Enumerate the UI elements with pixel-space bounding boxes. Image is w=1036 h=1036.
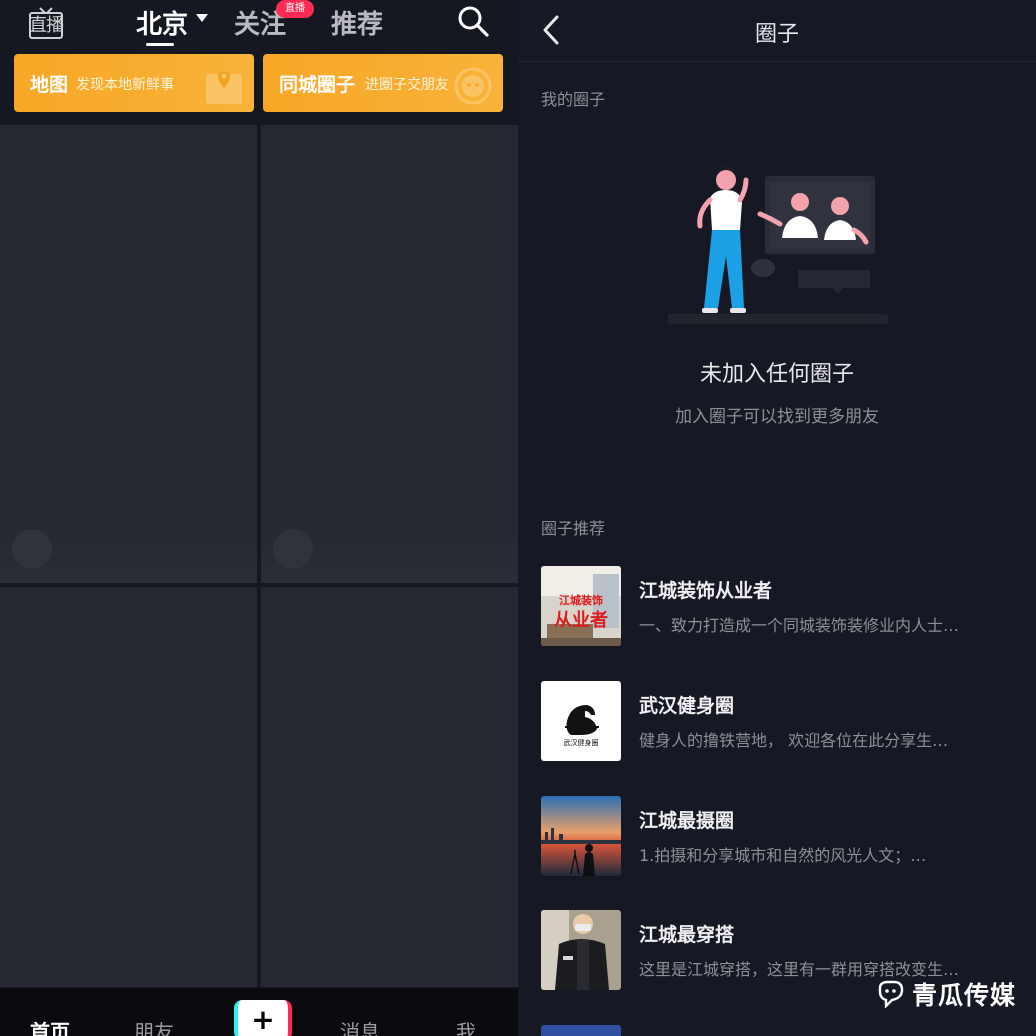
chat-bubble-icon	[454, 67, 492, 105]
circle-name: 江城最摄圈	[639, 810, 735, 832]
circle-description: 健身人的撸铁营地， 欢迎各位在此分享生…	[639, 731, 949, 750]
search-icon[interactable]	[456, 4, 490, 38]
video-card[interactable]	[261, 125, 518, 583]
circle-name: 江城装饰从业者	[639, 580, 773, 602]
active-tab-indicator	[146, 43, 174, 46]
circle-list-item[interactable]: 江城最摄圈 1.拍摄和分享城市和自然的风光人文；…	[518, 796, 1036, 886]
top-navigation: 直播 北京 关注 直播 推荐	[0, 0, 518, 48]
circle-description: 一、致力打造成一个同城装饰装修业内人士…	[639, 616, 960, 635]
recommended-circles-heading: 圈子推荐	[541, 519, 606, 538]
circle-description: 1.拍摄和分享城市和自然的风光人文；…	[639, 846, 927, 865]
sunset-photographer-image	[541, 796, 621, 876]
thumb-text: 江城装饰	[559, 593, 603, 607]
page-title: 圈子	[754, 22, 799, 47]
video-card[interactable]	[261, 587, 518, 987]
circle-thumbnail-partial	[541, 1025, 621, 1036]
tab-recommend[interactable]: 推荐	[331, 4, 383, 41]
circles-page: 圈子 我的圈子 未加入任何圈子 加入圈子可以找到更多朋友 圈子推荐 江城装饰 从…	[518, 0, 1036, 1036]
nav-messages[interactable]: 消息	[340, 1016, 380, 1036]
circle-list-item[interactable]: 江城装饰 从业者 江城装饰从业者 一、致力打造成一个同城装饰装修业内人士…	[518, 566, 1036, 656]
fashion-photo-image	[541, 910, 621, 990]
live-badge: 直播	[276, 0, 314, 18]
video-card[interactable]	[0, 587, 257, 987]
avatar	[273, 529, 313, 569]
watermark-logo-icon	[878, 980, 904, 1008]
video-card[interactable]	[0, 125, 257, 583]
create-post-button[interactable]: +	[234, 1000, 292, 1036]
page-header: 圈子	[518, 0, 1036, 62]
tab-city[interactable]: 北京	[136, 4, 188, 41]
promo-title: 地图	[30, 74, 69, 96]
map-pin-icon	[206, 71, 242, 104]
nav-friends[interactable]: 朋友	[134, 1016, 174, 1036]
plus-icon: +	[251, 1003, 275, 1036]
my-circles-heading: 我的圈子	[541, 90, 606, 109]
promo-subtitle: 发现本地新鲜事	[76, 77, 174, 93]
circle-thumbnail	[541, 796, 621, 876]
watermark-text: 青瓜传媒	[912, 981, 1017, 1010]
empty-state-title: 未加入任何圈子	[699, 362, 854, 387]
watermark: 青瓜传媒	[876, 976, 1026, 1010]
empty-state-illustration	[668, 166, 888, 324]
circle-name: 武汉健身圈	[639, 695, 735, 717]
circle-thumbnail: 江城装饰 从业者	[541, 566, 621, 646]
thumb-text: 武汉健身圈	[564, 738, 599, 747]
map-promo-card[interactable]: 地图 发现本地新鲜事	[14, 54, 254, 112]
city-dropdown-icon[interactable]	[196, 14, 208, 22]
thumb-text: 从业者	[554, 610, 608, 631]
decor-room-image: 江城装饰 从业者	[541, 566, 621, 646]
nav-me[interactable]: 我	[456, 1016, 476, 1036]
circle-name: 江城最穿搭	[639, 924, 735, 946]
circle-thumbnail: 武汉健身圈	[541, 681, 621, 761]
bottom-navigation: 首页 朋友 + 消息 我	[0, 988, 518, 1036]
avatar	[12, 529, 52, 569]
city-circle-promo-card[interactable]: 同城圈子 进圈子交朋友	[263, 54, 503, 112]
home-feed-panel: 直播 北京 关注 直播 推荐 地图 发现本地新鲜事 同城圈子 进圈子交朋友 首页…	[0, 0, 518, 1036]
fitness-logo-image: 武汉健身圈	[541, 681, 621, 761]
live-label: 直播	[29, 15, 64, 36]
promo-title: 同城圈子	[279, 74, 356, 96]
promo-subtitle: 进圈子交朋友	[365, 77, 449, 93]
circle-list-item[interactable]: 武汉健身圈 武汉健身圈 健身人的撸铁营地， 欢迎各位在此分享生…	[518, 681, 1036, 771]
empty-state-subtitle: 加入圈子可以找到更多朋友	[675, 407, 879, 427]
nav-home[interactable]: 首页	[30, 1016, 70, 1036]
circle-thumbnail	[541, 910, 621, 990]
